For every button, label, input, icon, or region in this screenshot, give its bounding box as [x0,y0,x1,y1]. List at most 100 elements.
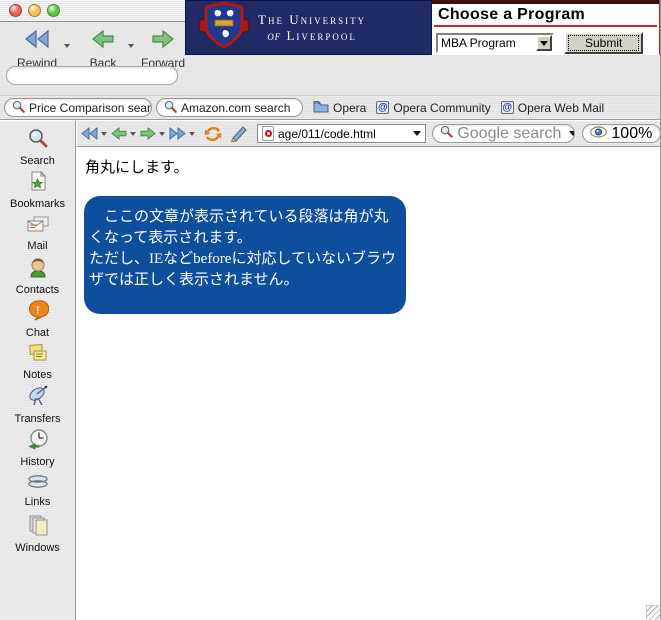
fast-forward-button[interactable] [168,126,187,141]
sidebar-label: Chat [26,327,49,339]
submit-label: Submit [568,35,639,51]
transfers-icon [26,385,50,412]
search-icon [12,100,25,116]
minimize-button[interactable] [28,4,41,17]
program-select-value: MBA Program [438,36,536,50]
sidebar-item-windows[interactable]: Windows [0,512,75,555]
zoom-value: 100% [611,125,652,143]
university-line1: The University [258,12,366,28]
amazon-search-label: Amazon.com search [181,101,290,115]
folder-icon [313,100,329,116]
opera-community-label: Opera Community [393,101,490,115]
page-heading: 角丸にします。 [85,156,189,177]
sidebar-label: History [20,456,54,468]
rounded-paragraph: ここの文章が表示されている段落は角が丸くなって表示されます。 ただし、IEなどb… [84,196,406,314]
sidebar-label: Windows [15,542,60,554]
google-dropdown-icon[interactable] [569,131,575,136]
opera-webmail-label: Opera Web Mail [518,101,604,115]
sidebar-label: Contacts [16,284,59,296]
eye-icon [590,125,607,143]
at-icon: @ [376,101,389,114]
sidebar-item-mail[interactable]: Mail [0,211,75,254]
university-of: of [267,28,281,43]
amazon-search-input[interactable]: Amazon.com search [156,98,303,117]
sidebar-label: Notes [23,369,52,381]
rewind-button[interactable]: Rewind [8,28,66,70]
program-select[interactable]: MBA Program [436,33,554,53]
sidebar-item-search[interactable]: Search [0,125,75,168]
sidebar-item-history[interactable]: History [0,426,75,469]
university-crest-icon [198,1,250,54]
notes-icon [27,343,49,368]
forward-button[interactable]: Forward [134,28,192,70]
university-line2-text: Liverpool [286,28,356,43]
pencil-icon[interactable] [229,125,249,142]
opera-window: 角丸にする - Opera 7.50 Rewind Back Forward [0,0,661,620]
search-toolbar: Price Comparison sear Amazon.com search … [0,95,661,120]
sidebar-label: Search [20,155,55,167]
fast-forward-dropdown-icon[interactable] [189,132,195,136]
navigation-bar: age/011/code.html Google search 100% [77,121,661,147]
address-dropdown-icon[interactable] [413,131,421,136]
banner-form: MBA Program Submit [436,32,655,54]
search-icon [27,127,49,154]
sidebar-panel: Search Bookmarks Mail Contacts ! Chat [0,121,76,620]
contacts-icon [27,256,49,283]
price-comparison-search-label: Price Comparison sear [29,101,151,115]
program-select-dropdown-icon[interactable] [536,35,552,51]
price-comparison-search-input[interactable]: Price Comparison sear [4,98,152,117]
chat-icon: ! [27,299,49,326]
red-rule [434,25,657,27]
sidebar-item-chat[interactable]: ! Chat [0,297,75,340]
rounded-paragraph-line1: ここの文章が表示されている段落は角が丸くなって表示されます。 [89,207,401,249]
resize-grip[interactable] [646,605,661,620]
zoom-button[interactable] [47,4,60,17]
history-icon [27,428,49,455]
forward-dropdown-icon[interactable] [159,132,165,136]
reload-button[interactable] [203,125,223,143]
address-value: age/011/code.html [278,127,376,141]
university-line2: of Liverpool [258,28,366,44]
zoom-control[interactable]: 100% [582,124,661,143]
sidebar-item-notes[interactable]: Notes [0,340,75,383]
at-icon: @ [501,101,514,114]
links-icon [26,474,50,495]
sidebar-item-transfers[interactable]: Transfers [0,383,75,426]
address-bar[interactable]: age/011/code.html [257,124,426,143]
rewind-icon [22,28,52,55]
sidebar-label: Bookmarks [10,198,65,210]
rewind-dropdown-icon[interactable] [101,132,107,136]
bookmarks-icon [27,170,49,197]
search-icon [440,125,453,143]
back-button[interactable]: Back [74,28,132,70]
toolbar-input[interactable] [6,66,178,85]
opera-webmail-link[interactable]: @ Opera Web Mail [501,101,604,115]
sidebar-item-links[interactable]: Links [0,469,75,512]
sidebar-label: Mail [27,240,47,252]
search-icon [164,100,177,116]
back-icon [90,28,116,55]
google-search-placeholder: Google search [457,125,561,143]
submit-button[interactable]: Submit [564,32,643,54]
windows-icon [27,514,49,541]
svg-text:!: ! [35,304,39,316]
sidebar-label: Links [25,496,51,508]
opera-community-link[interactable]: @ Opera Community [376,101,490,115]
back-small-button[interactable] [110,126,128,141]
rewind-dropdown-icon[interactable] [64,44,70,48]
banner-ad: The University of Liverpool Choose a Pro… [185,0,661,55]
mail-icon [26,214,50,239]
sidebar-item-contacts[interactable]: Contacts [0,254,75,297]
sidebar-item-bookmarks[interactable]: Bookmarks [0,168,75,211]
google-search-input[interactable]: Google search [432,124,575,143]
forward-icon [150,28,176,55]
university-banner-link[interactable]: The University of Liverpool [185,0,432,55]
rounded-paragraph-line2: ただし、IEなどbeforeに対応していないブラウザでは正しく表示されません。 [89,249,401,291]
rewind-small-button[interactable] [80,126,99,141]
opera-page-icon [262,126,274,141]
forward-small-button[interactable] [139,126,157,141]
opera-bookmark-link[interactable]: Opera [313,100,366,116]
close-button[interactable] [9,4,22,17]
university-name: The University of Liverpool [258,12,366,44]
back-dropdown-icon[interactable] [130,132,136,136]
